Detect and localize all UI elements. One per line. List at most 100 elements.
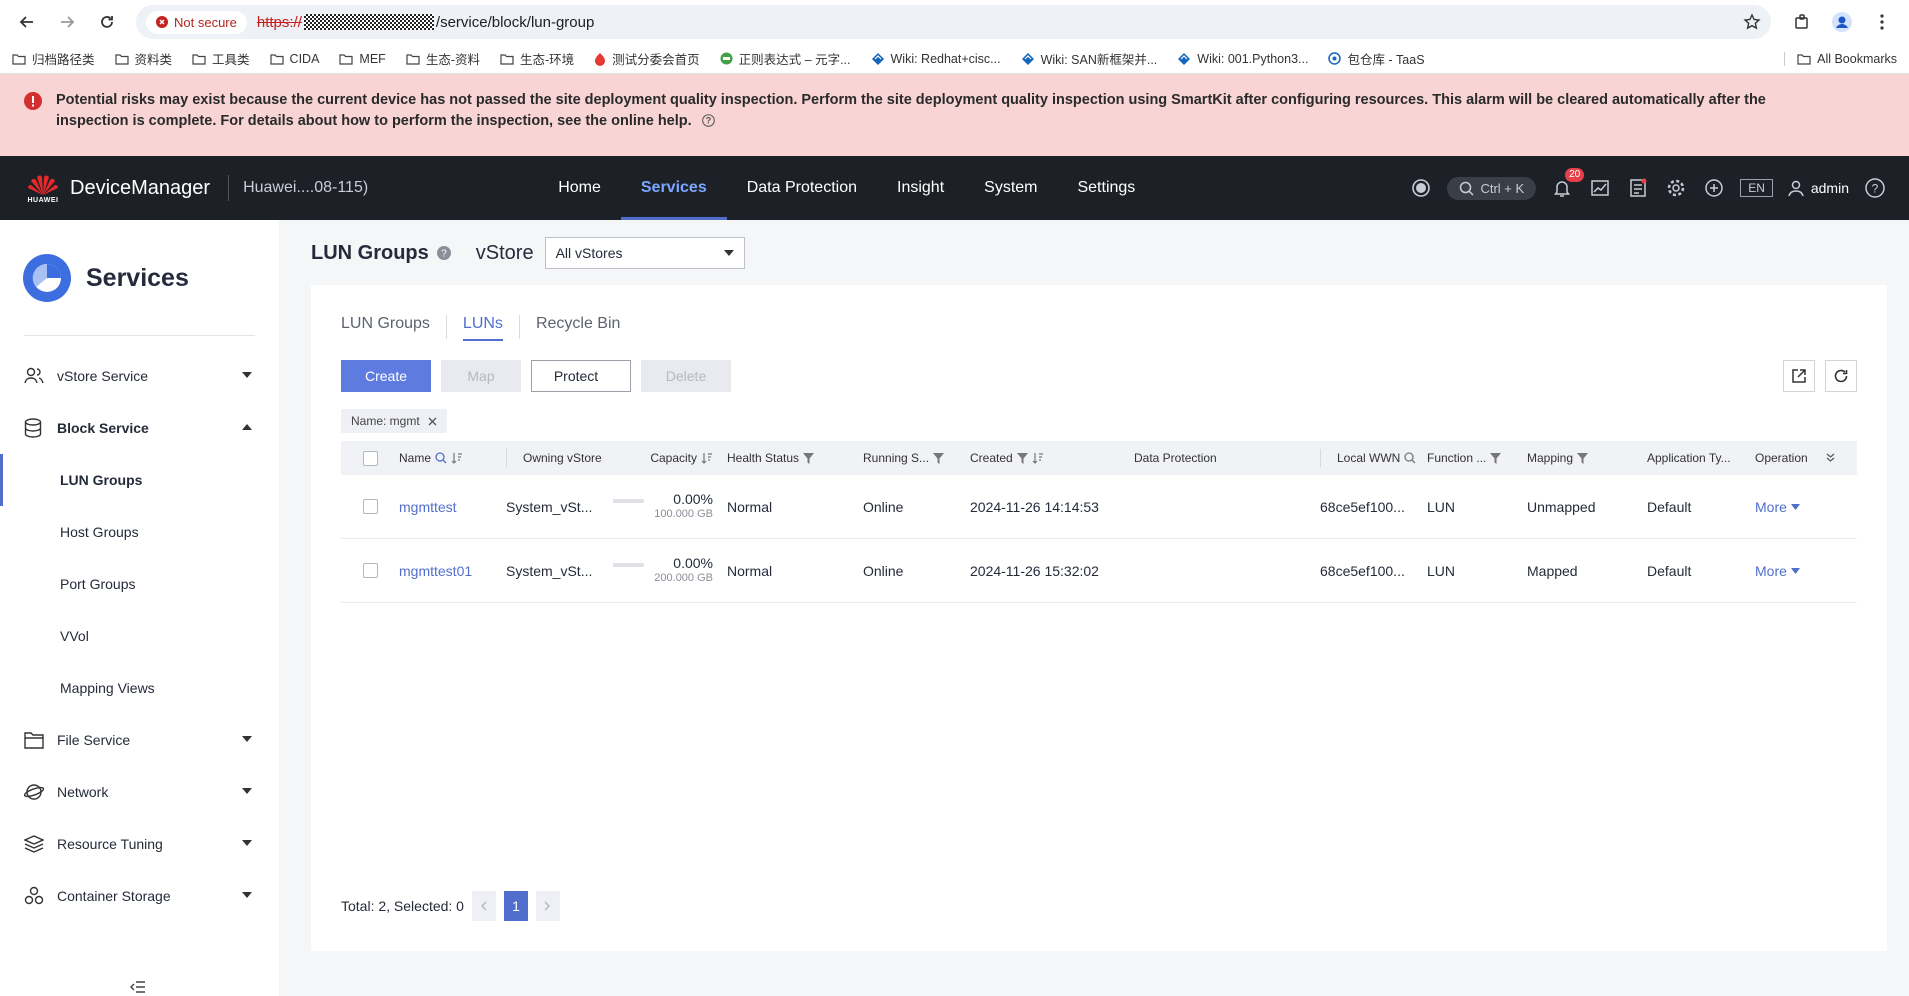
global-search[interactable]: Ctrl + K [1447,176,1537,200]
menu-insight[interactable]: Insight [877,156,964,220]
browser-menu-icon[interactable] [1865,5,1899,39]
filter-icon[interactable] [803,452,815,464]
bookmark-item[interactable]: 资料类 [114,49,172,68]
search-icon[interactable] [435,452,447,464]
bookmark-item[interactable]: Wiki: SAN新框架并... [1021,49,1157,68]
url-text[interactable]: https:// /service/block/lun-group [257,14,594,31]
bookmark-item[interactable]: Wiki: Redhat+cisc... [871,52,1001,66]
address-bar[interactable]: Not secure https:// /service/block/lun-g… [136,5,1771,39]
protect-dropdown[interactable]: Protect [531,360,631,392]
forward-icon[interactable] [50,5,84,39]
bell-icon[interactable]: 20 [1550,168,1585,200]
sidebar-subitem-port-groups[interactable]: Port Groups [0,558,279,610]
bookmark-item[interactable]: 正则表达式 – 元字... [720,49,851,68]
menu-system[interactable]: System [964,156,1057,220]
tab-recycle-bin[interactable]: Recycle Bin [518,315,620,339]
filter-icon[interactable] [933,452,945,464]
filter-icon[interactable] [1016,452,1028,464]
theme-icon[interactable] [1409,176,1433,200]
menu-services[interactable]: Services [620,156,727,220]
bookmark-item[interactable]: 生态-资料 [406,49,480,68]
filter-icon[interactable] [1577,452,1589,464]
bookmark-item[interactable]: CIDA [269,52,319,66]
tab-luns[interactable]: LUNs [462,315,503,341]
back-icon[interactable] [10,5,44,39]
col-mapping[interactable]: Mapping [1527,451,1647,465]
bookmark-item[interactable]: 生态-环境 [500,49,574,68]
vstore-select[interactable]: All vStores [544,237,745,269]
bookmark-item[interactable]: Wiki: 001.Python3... [1177,52,1308,66]
select-all-checkbox[interactable] [362,450,378,466]
gear-icon[interactable] [1664,176,1688,200]
profile-icon[interactable] [1825,5,1859,39]
sidebar-item-resource-tuning[interactable]: Resource Tuning [0,818,279,870]
search-icon[interactable] [1404,452,1416,464]
bookmark-item[interactable]: 包仓库 - TaaS [1328,49,1425,68]
sidebar-subitem-lun-groups[interactable]: LUN Groups [0,454,279,506]
logo[interactable]: HUAWEI DeviceManager Huawei....08-115) [0,173,368,204]
help-icon[interactable]: ? [436,246,451,260]
reload-icon[interactable] [90,5,124,39]
row-checkbox[interactable] [362,499,378,514]
sidebar-item-file-service[interactable]: File Service [0,714,279,766]
bookmark-item[interactable]: 工具类 [192,49,250,68]
lun-name-link[interactable]: mgmttest01 [399,563,506,579]
collapse-sidebar-icon[interactable] [130,980,146,994]
table-row[interactable]: mgmttest01 System_vSt... 0.00% 200.000 GB… [341,539,1857,603]
table-row[interactable]: mgmttest System_vSt... 0.00% 100.000 GB N… [341,475,1857,539]
sidebar-subitem-vvol[interactable]: VVol [0,610,279,662]
next-page-button[interactable] [535,891,560,921]
performance-icon[interactable] [1588,176,1612,200]
bookmark-item[interactable]: 归档路径类 [12,49,95,68]
menu-home[interactable]: Home [538,156,621,220]
col-name[interactable]: Name [399,451,506,465]
globe-icon [24,783,46,801]
col-health-status[interactable]: Health Status [723,451,863,465]
menu-settings[interactable]: Settings [1057,156,1155,220]
delete-button[interactable]: Delete [641,360,731,392]
sort-icon[interactable] [1032,452,1044,464]
refresh-icon[interactable] [1825,360,1857,392]
tab-lun-groups[interactable]: LUN Groups [341,315,447,339]
sidebar-item-container-storage[interactable]: Container Storage [0,870,279,922]
bookmark-item[interactable]: 测试分委会首页 [594,49,700,68]
all-bookmarks-button[interactable]: All Bookmarks [1784,51,1897,66]
close-icon[interactable] [428,417,437,426]
col-function[interactable]: Function ... [1427,451,1527,465]
page-number[interactable]: 1 [503,891,528,921]
create-button[interactable]: Create [341,360,431,392]
col-running-status[interactable]: Running S... [863,451,970,465]
sidebar-subitem-host-groups[interactable]: Host Groups [0,506,279,558]
column-settings-icon[interactable] [1826,453,1835,463]
lun-name-link[interactable]: mgmttest [399,499,506,515]
sidebar-item-block-service[interactable]: Block Service [0,402,279,454]
sidebar-item-vstore-service[interactable]: vStore Service [0,350,279,402]
map-button[interactable]: Map [441,360,521,392]
prev-page-button[interactable] [471,891,496,921]
bookmark-item[interactable]: MEF [339,52,386,66]
more-dropdown[interactable]: More [1755,563,1835,579]
action-toolbar: Create Map Protect Delete [341,360,1857,392]
sidebar-subitem-mapping-views[interactable]: Mapping Views [0,662,279,714]
language-switch[interactable]: EN [1740,179,1773,197]
help-circle-icon[interactable]: ? [701,114,715,127]
extensions-icon[interactable] [1785,5,1819,39]
col-created[interactable]: Created [970,451,1130,465]
sidebar-item-network[interactable]: Network [0,766,279,818]
star-icon[interactable] [1743,13,1761,31]
export-icon[interactable] [1783,360,1815,392]
task-list-icon[interactable] [1626,176,1650,200]
security-chip[interactable]: Not secure [146,10,247,34]
more-dropdown[interactable]: More [1755,499,1835,515]
menu-data-protection[interactable]: Data Protection [727,156,877,220]
help-icon[interactable]: ? [1863,176,1887,200]
sort-icon[interactable] [701,452,713,464]
col-capacity[interactable]: Capacity [613,451,723,465]
col-local-wwn[interactable]: Local WWN [1320,449,1427,467]
user-menu[interactable]: admin [1787,179,1849,197]
svg-text:?: ? [441,249,447,260]
row-checkbox[interactable] [362,563,378,578]
filter-icon[interactable] [1490,452,1502,464]
sort-icon[interactable] [451,452,463,464]
add-circle-icon[interactable] [1702,176,1726,200]
